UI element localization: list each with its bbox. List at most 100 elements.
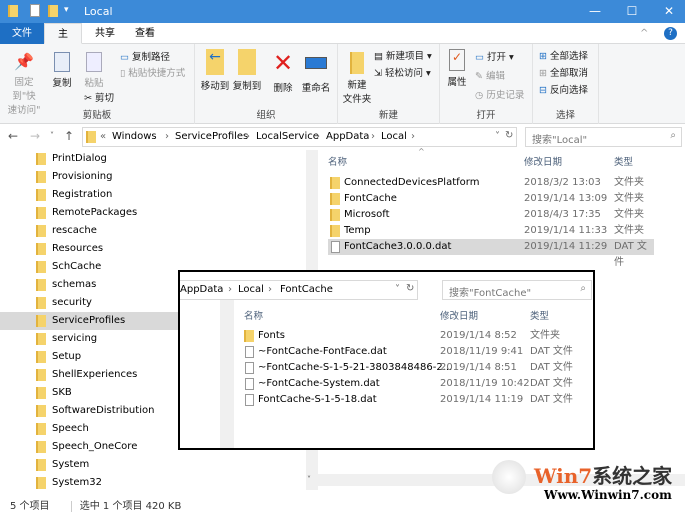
new-item-button[interactable]: ▤ 新建项目 ▾	[374, 48, 432, 62]
minimize-button[interactable]: —	[580, 2, 610, 20]
open-button[interactable]: ▭ 打开 ▾	[475, 49, 514, 63]
overflow-crumb[interactable]: «	[100, 131, 106, 142]
close-button[interactable]: ✕	[654, 2, 684, 20]
address-dropdown-icon[interactable]: ˅	[495, 131, 500, 142]
delete-icon: ✕	[272, 49, 294, 77]
copy-path-button[interactable]: ▭ 复制路径	[120, 49, 170, 63]
file-row[interactable]: ~FontCache-S-1-5-21-3803848486-2... 2019/…	[242, 360, 582, 376]
crumb-serviceprofiles[interactable]: ServiceProfiles	[175, 131, 248, 142]
forward-button[interactable]: →	[30, 129, 40, 143]
invert-selection-button[interactable]: ⊟ 反向选择	[539, 82, 588, 96]
copy-to-button[interactable]: 复制到	[232, 49, 262, 92]
overlay-address-bar[interactable]: AppData › Local › FontCache ˅ ↻	[180, 280, 418, 300]
nav-item[interactable]: PrintDialog	[36, 150, 307, 168]
maximize-button[interactable]: ☐	[617, 2, 647, 20]
file-date: 2018/11/19 10:42	[440, 378, 530, 389]
tab-view[interactable]: 查看	[125, 23, 165, 44]
paste-button[interactable]: 粘贴	[80, 52, 108, 89]
file-row[interactable]: ConnectedDevicesPlatform 2018/3/2 13:03 文件…	[328, 175, 654, 191]
nav-item[interactable]: System	[36, 456, 307, 474]
address-bar[interactable]: « Windows › ServiceProfiles › LocalServi…	[82, 127, 517, 147]
file-type: 文件夹	[614, 225, 644, 236]
clipboard-group: 📌 固定到"快 速访问" 复制 粘贴 ▭ 复制路径 ▯ 粘贴快捷方式 ✂ 剪切 剪…	[0, 44, 195, 124]
properties-icon[interactable]	[30, 4, 40, 17]
tab-file[interactable]: 文件	[0, 23, 44, 44]
file-row[interactable]: FontCache-S-1-5-18.dat 2019/1/14 11:19 DAT…	[242, 392, 582, 408]
new-folder-button[interactable]: 新建 文件夹	[342, 52, 372, 105]
crumb-separator[interactable]: ›	[246, 131, 250, 142]
select-none-label: 全部取消	[549, 68, 588, 79]
crumb-separator[interactable]: ›	[371, 131, 375, 142]
tab-home[interactable]: 主页	[44, 23, 82, 61]
nav-item[interactable]: Provisioning	[36, 168, 307, 186]
search-input[interactable]: 搜索"Local" ⌕	[525, 127, 682, 147]
column-header-date[interactable]: 修改日期	[440, 308, 478, 322]
back-button[interactable]: ←	[8, 129, 18, 143]
edit-button[interactable]: ✎ 编辑	[475, 68, 505, 82]
overlay-search-input[interactable]: 搜索"FontCache" ⌕	[442, 280, 592, 300]
nav-item-label: rescache	[52, 225, 97, 236]
refresh-icon[interactable]: ↻	[406, 283, 414, 294]
overlay-nav-scrollbar[interactable]	[220, 300, 234, 448]
file-type: DAT 文件	[614, 241, 647, 268]
nav-item[interactable]: RemotePackages	[36, 204, 307, 222]
column-header-name[interactable]: 名称	[244, 308, 263, 322]
crumb-fontcache[interactable]: FontCache	[280, 284, 333, 295]
paste-shortcut-label: 粘贴快捷方式	[128, 68, 186, 79]
address-dropdown-icon[interactable]: ˅	[395, 284, 400, 295]
column-header-type[interactable]: 类型	[530, 308, 549, 322]
help-icon[interactable]: ?	[664, 27, 677, 40]
column-header-name[interactable]: 名称	[328, 154, 347, 168]
history-button[interactable]: ◷ 历史记录	[475, 87, 524, 101]
folder-icon	[36, 441, 46, 453]
file-row[interactable]: FontCache3.0.0.0.dat 2019/1/14 11:29 DAT 文…	[328, 239, 654, 268]
delete-button[interactable]: ✕ 删除	[271, 49, 295, 94]
crumb-separator[interactable]: ›	[316, 131, 320, 142]
up-button[interactable]: ↑	[64, 129, 74, 143]
crumb-local[interactable]: Local	[381, 131, 407, 142]
crumb-localservice[interactable]: LocalService	[256, 131, 319, 142]
open-group-label: 打开	[476, 110, 496, 121]
copy-button[interactable]: 复制	[48, 52, 76, 89]
select-all-button[interactable]: ⊞ 全部选择	[539, 48, 588, 62]
title-bar: ▾ Local — ☐ ✕	[0, 0, 685, 23]
tab-share[interactable]: 共享	[85, 23, 125, 44]
file-row[interactable]: Fonts 2019/1/14 8:52 文件夹	[242, 328, 582, 344]
scroll-down-icon[interactable]: ˅	[307, 475, 311, 484]
file-row[interactable]: Temp 2019/1/14 11:33 文件夹	[328, 223, 654, 239]
nav-item[interactable]: System32	[36, 474, 307, 492]
paste-shortcut-button[interactable]: ▯ 粘贴快捷方式	[120, 65, 185, 79]
select-all-label: 全部选择	[549, 51, 588, 62]
nav-item[interactable]: rescache	[36, 222, 307, 240]
file-row[interactable]: FontCache 2019/1/14 13:09 文件夹	[328, 191, 654, 207]
crumb-separator[interactable]: ›	[228, 284, 232, 295]
customize-toolbar-icon[interactable]: ▾	[64, 5, 69, 15]
easy-access-button[interactable]: ⇲ 轻松访问 ▾	[374, 65, 431, 79]
crumb-appdata[interactable]: AppData	[326, 131, 369, 142]
rename-button[interactable]: 重命名	[299, 49, 333, 94]
collapse-ribbon-icon[interactable]: ^	[640, 28, 648, 39]
column-header-date[interactable]: 修改日期	[524, 154, 562, 168]
nav-item[interactable]: Resources	[36, 240, 307, 258]
cut-button[interactable]: ✂ 剪切	[84, 90, 114, 104]
ribbon-tabs: 文件 主页 共享 查看 ^ ?	[0, 23, 685, 61]
crumb-local[interactable]: Local	[238, 284, 264, 295]
move-to-button[interactable]: ← 移动到	[200, 49, 230, 92]
crumb-separator[interactable]: ›	[165, 131, 169, 142]
file-row[interactable]: ~FontCache-FontFace.dat 2018/11/19 9:41 DA…	[242, 344, 582, 360]
crumb-separator[interactable]: ›	[411, 131, 415, 142]
crumb-separator[interactable]: ›	[268, 284, 272, 295]
file-type: DAT 文件	[530, 378, 573, 389]
recent-locations-button[interactable]: ˅	[50, 131, 54, 140]
new-folder-icon[interactable]	[48, 5, 58, 17]
select-none-button[interactable]: ⊞ 全部取消	[539, 65, 588, 79]
column-header-type[interactable]: 类型	[614, 154, 633, 168]
crumb-appdata[interactable]: AppData	[180, 284, 223, 295]
properties-button[interactable]: ✓ 属性	[445, 49, 469, 88]
nav-item[interactable]: Registration	[36, 186, 307, 204]
crumb-windows[interactable]: Windows	[112, 131, 157, 142]
refresh-icon[interactable]: ↻	[505, 130, 513, 141]
file-row[interactable]: Microsoft 2018/4/3 17:35 文件夹	[328, 207, 654, 223]
pin-icon: 📌	[14, 52, 34, 71]
file-row[interactable]: ~FontCache-System.dat 2018/11/19 10:42 DAT…	[242, 376, 582, 392]
